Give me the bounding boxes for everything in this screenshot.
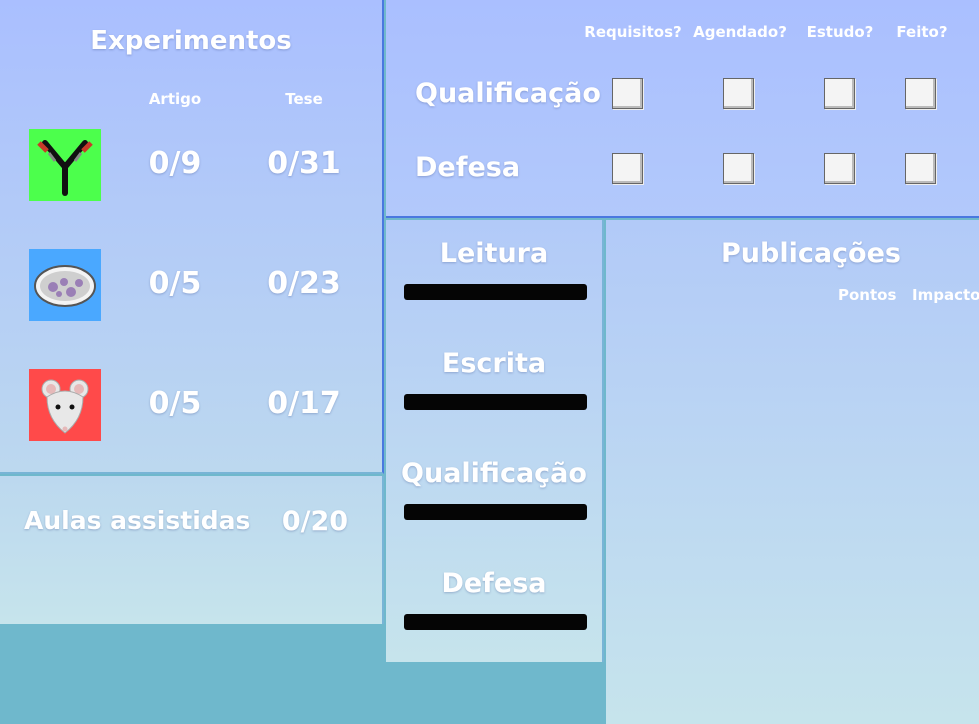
qualificacao-estudo-checkbox[interactable] [824,78,855,109]
escrita-progress-bar [404,394,587,410]
defesa-estudo-checkbox[interactable] [824,153,855,184]
antibody-artigo-count: 0/9 [148,146,202,181]
defesa-requisitos-checkbox[interactable] [612,153,643,184]
antibody-icon[interactable] [29,129,101,201]
mouse-icon[interactable] [29,369,101,441]
petri-tese-count: 0/23 [267,266,341,301]
col-pontos-header: Pontos [838,286,897,304]
antibody-tese-count: 0/31 [267,146,341,181]
experiments-title: Experimentos [90,26,292,56]
lectures-panel: Aulas assistidas 0/20 [0,476,384,624]
task-row-label-defesa: Defesa [415,152,521,183]
col-artigo-header: Artigo [148,90,202,108]
defesa-progress-bar [404,614,587,630]
lectures-count: 0/20 [281,506,349,537]
header-feito: Feito? [896,23,948,41]
qualificacao-feito-checkbox[interactable] [905,78,936,109]
petri-artigo-count: 0/5 [148,266,202,301]
header-agendado: Agendado? [693,23,787,41]
col-tese-header: Tese [285,90,323,108]
col-impacto-header: Impacto [912,286,979,304]
skill-label-escrita: Escrita [441,348,547,379]
header-estudo: Estudo? [806,23,874,41]
qualificacao-requisitos-checkbox[interactable] [612,78,643,109]
task-row-label-qualificacao: Qualificação [415,78,601,109]
publications-panel: Publicações Pontos Impacto [606,220,979,724]
milestones-panel: Requisitos? Agendado? Estudo? Feito? Qua… [386,0,979,218]
skill-label-defesa: Defesa [441,568,547,599]
publications-title: Publicações [720,238,901,269]
skill-label-leitura: Leitura [439,238,549,269]
header-requisitos: Requisitos? [584,23,682,41]
skill-label-qualificacao: Qualificação [401,458,587,489]
qualificacao-agendado-checkbox[interactable] [723,78,754,109]
leitura-progress-bar [404,284,587,300]
petri-dish-icon[interactable] [29,249,101,321]
mouse-tese-count: 0/17 [267,386,341,421]
lectures-label: Aulas assistidas [24,506,251,535]
qualificacao-progress-bar [404,504,587,520]
defesa-feito-checkbox[interactable] [905,153,936,184]
experiments-panel: Experimentos Artigo Tese 0/9 0/31 0/5 0/… [0,0,384,474]
defesa-agendado-checkbox[interactable] [723,153,754,184]
skills-panel: Leitura Escrita Qualificação Defesa [386,220,604,662]
mouse-artigo-count: 0/5 [148,386,202,421]
